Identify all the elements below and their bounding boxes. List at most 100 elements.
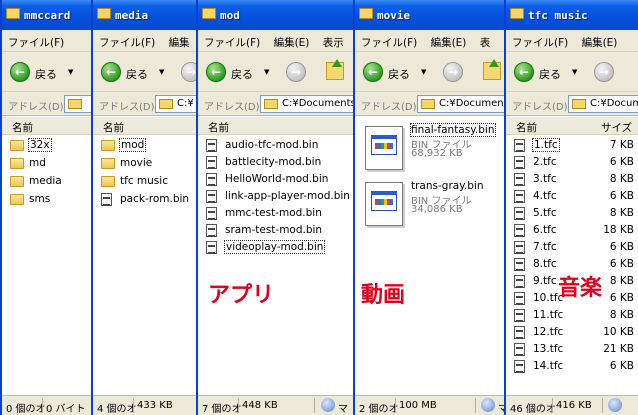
table-row[interactable]: 1.tfc 7 KB: [506, 137, 638, 154]
list-item[interactable]: movie: [93, 155, 197, 172]
file-tile[interactable]: final-fantasy.bin BIN ファイル 68,932 KB: [363, 123, 503, 176]
title-bar[interactable]: mod: [198, 0, 355, 30]
menu-view[interactable]: 表示: [317, 30, 348, 50]
bin-file-icon: [514, 326, 525, 339]
status-size: 416 KB: [556, 400, 592, 411]
list-item[interactable]: audio-tfc-mod.bin: [198, 137, 355, 154]
column-header: 名前: [2, 117, 91, 135]
explorer-window-media[interactable]: media ファイル(F) 編集 ← 戻る ▼ → アドレス(D) C:¥ 名前…: [91, 0, 198, 415]
table-row[interactable]: 7.tfc 6 KB: [506, 239, 638, 256]
menu-edit[interactable]: 編集: [163, 30, 194, 50]
window-title: movie: [377, 9, 411, 22]
column-name-header[interactable]: 名前: [516, 120, 537, 135]
folder-icon: [68, 99, 82, 109]
address-bar: アドレス(D) C:¥Documents: [198, 92, 355, 116]
item-name: mmc-test-mod.bin: [225, 207, 322, 219]
menu-file[interactable]: ファイル(F): [93, 30, 159, 50]
list-item[interactable]: sms: [2, 191, 91, 208]
bin-file-icon: [206, 224, 217, 237]
table-row[interactable]: 14.tfc 6 KB: [506, 358, 638, 375]
list-item[interactable]: md: [2, 155, 91, 172]
menu-bar: ファイル(F) 編集(E) 表: [355, 30, 505, 52]
list-item[interactable]: tfc music: [93, 173, 197, 190]
item-size: 6 KB: [609, 360, 634, 372]
list-item[interactable]: videoplay-mod.bin: [198, 239, 355, 256]
menu-file[interactable]: ファイル(F): [355, 30, 421, 50]
toolbar: ← 戻る ▼: [2, 52, 91, 92]
chevron-down-icon[interactable]: ▼: [68, 68, 73, 76]
chevron-down-icon[interactable]: ▼: [572, 68, 577, 76]
folder-up-icon[interactable]: [326, 59, 344, 80]
item-name: 12.tfc: [533, 326, 564, 338]
forward-button[interactable]: →: [443, 62, 463, 82]
folder-icon: [264, 99, 278, 109]
list-item[interactable]: link-app-player-mod.bin: [198, 188, 355, 205]
column-name-header[interactable]: 名前: [103, 120, 124, 135]
list-item[interactable]: HelloWorld-mod.bin: [198, 171, 355, 188]
table-row[interactable]: 3.tfc 8 KB: [506, 171, 638, 188]
menu-file[interactable]: ファイル(F): [198, 30, 264, 50]
menu-file[interactable]: ファイル(F): [506, 30, 572, 50]
folder-icon: [10, 158, 24, 169]
column-size-header[interactable]: サイズ: [601, 120, 632, 135]
explorer-window-tfc-music[interactable]: tfc music ファイル(F) 編集(E) ← 戻る ▼ → アドレス(D)…: [504, 0, 638, 415]
title-bar[interactable]: media: [93, 0, 197, 30]
forward-button[interactable]: →: [594, 62, 614, 82]
table-row[interactable]: 13.tfc 21 KB: [506, 341, 638, 358]
toolbar: ← 戻る ▼ →: [355, 52, 505, 92]
forward-button[interactable]: →: [286, 62, 306, 82]
status-count: 4 個のオ: [97, 404, 137, 415]
title-bar[interactable]: mmccard: [2, 0, 91, 30]
explorer-window-mmccard[interactable]: mmccard ファイル(F) ← 戻る ▼ アドレス(D) 名前 32x md…: [0, 0, 92, 415]
back-arrow-icon: ←: [514, 62, 534, 82]
title-bar[interactable]: tfc music: [506, 0, 638, 30]
table-row[interactable]: 11.tfc 8 KB: [506, 307, 638, 324]
menu-edit[interactable]: 編集(E): [268, 30, 314, 50]
bin-file-icon: [514, 156, 525, 169]
list-item[interactable]: battlecity-mod.bin: [198, 154, 355, 171]
menu-view[interactable]: 表: [474, 30, 495, 50]
list-item[interactable]: 32x: [2, 137, 91, 154]
folder-icon: [202, 8, 216, 19]
address-input[interactable]: C:¥Docume: [568, 95, 638, 113]
chevron-down-icon[interactable]: ▼: [421, 68, 426, 76]
folder-up-icon[interactable]: [483, 59, 501, 80]
column-name-header[interactable]: 名前: [12, 120, 33, 135]
column-name-header[interactable]: 名前: [208, 120, 229, 135]
window-title: mod: [220, 9, 240, 22]
menu-file[interactable]: ファイル(F): [2, 30, 68, 50]
table-row[interactable]: 6.tfc 18 KB: [506, 222, 638, 239]
table-row[interactable]: 4.tfc 6 KB: [506, 188, 638, 205]
menu-edit[interactable]: 編集(E): [576, 30, 622, 50]
bin-file-icon: [206, 190, 217, 203]
tile-size: 34,086 KB: [411, 204, 463, 215]
back-arrow-icon: ←: [363, 62, 383, 82]
address-input[interactable]: C:¥Documen: [417, 95, 505, 113]
item-name: media: [29, 175, 62, 187]
window-title: tfc music: [528, 9, 588, 22]
title-bar[interactable]: movie: [355, 0, 505, 30]
table-row[interactable]: 2.tfc 6 KB: [506, 154, 638, 171]
address-input[interactable]: [64, 95, 91, 113]
table-row[interactable]: 5.tfc 8 KB: [506, 205, 638, 222]
back-arrow-icon: ←: [101, 62, 121, 82]
menu-edit[interactable]: 編集(E): [425, 30, 471, 50]
list-item[interactable]: media: [2, 173, 91, 190]
list-item[interactable]: mmc-test-mod.bin: [198, 205, 355, 222]
address-input[interactable]: C:¥: [155, 95, 197, 113]
address-input[interactable]: C:¥Documents: [260, 95, 355, 113]
table-row[interactable]: 12.tfc 10 KB: [506, 324, 638, 341]
list-item[interactable]: sram-test-mod.bin: [198, 222, 355, 239]
bin-file-icon: [514, 190, 525, 203]
chevron-down-icon[interactable]: ▼: [264, 68, 269, 76]
chevron-down-icon[interactable]: ▼: [159, 68, 164, 76]
explorer-window-movie[interactable]: movie ファイル(F) 編集(E) 表 ← 戻る ▼ → アドレス(D) C…: [353, 0, 506, 415]
list-item[interactable]: pack-rom.bin: [93, 191, 197, 208]
window-title: mmccard: [24, 9, 71, 22]
list-item[interactable]: mod: [93, 137, 197, 154]
explorer-window-mod[interactable]: mod ファイル(F) 編集(E) 表示 ← 戻る ▼ → アドレス(D) C:…: [196, 0, 356, 415]
status-size: 448 KB: [242, 400, 278, 411]
folder-icon: [510, 8, 524, 19]
file-tile[interactable]: trans-gray.bin BIN ファイル 34,086 KB: [363, 180, 503, 232]
folder-icon: [10, 194, 24, 205]
